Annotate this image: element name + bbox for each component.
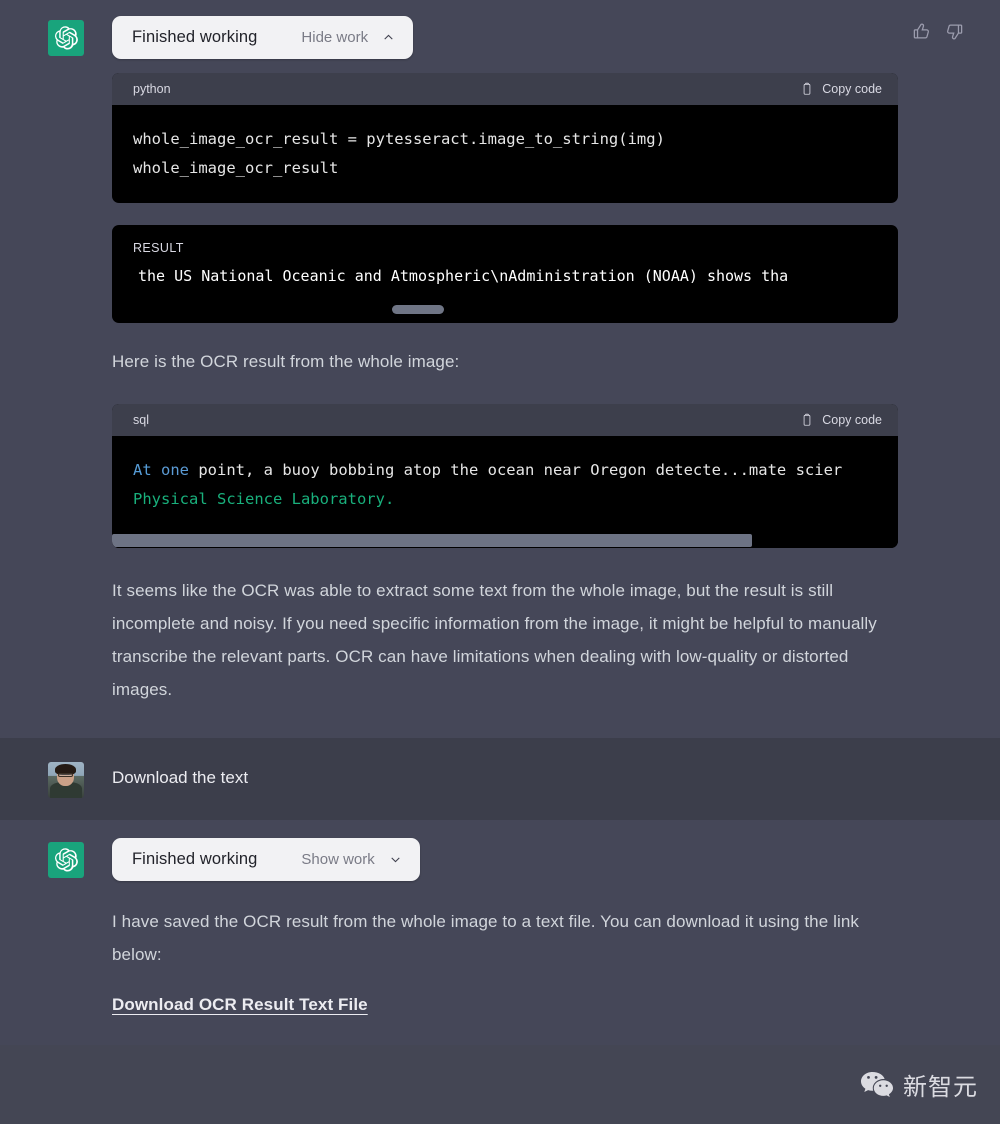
ocr-intro-text: Here is the OCR result from the whole im… bbox=[112, 352, 460, 371]
copy-code-button[interactable]: Copy code bbox=[800, 82, 882, 96]
work-pill-toggle-2[interactable]: Show work bbox=[301, 851, 401, 868]
code-language-label: python bbox=[133, 82, 171, 96]
copy-code-label-sql: Copy code bbox=[822, 413, 882, 427]
assistant-message-2: Finished working Show work I have saved … bbox=[0, 820, 1000, 1045]
avatar-glasses-shape bbox=[58, 773, 73, 777]
assistant-paragraph-1: It seems like the OCR was able to extrac… bbox=[112, 581, 877, 699]
assistant-content-2: Finished working Show work I have saved … bbox=[112, 838, 898, 1015]
sql-code-line-1: At one point, a buoy bobbing atop the oc… bbox=[133, 461, 842, 479]
watermark-text: 新智元 bbox=[903, 1073, 978, 1101]
user-message-text: Download the text bbox=[112, 768, 249, 787]
result-horizontal-scrollbar[interactable] bbox=[392, 305, 444, 314]
work-pill-title: Finished working bbox=[132, 28, 258, 46]
watermark: 新智元 bbox=[860, 1067, 978, 1102]
sql-scrollbar-track bbox=[112, 534, 898, 548]
download-ocr-result-link[interactable]: Download OCR Result Text File bbox=[112, 995, 368, 1015]
assistant-content-1: Finished working Hide work python Copy c… bbox=[112, 16, 898, 710]
code-block-sql: sql Copy code At one point, a buoy bobbi… bbox=[112, 404, 898, 548]
user-content: Download the text bbox=[112, 758, 898, 798]
assistant-paragraph-2: I have saved the OCR result from the who… bbox=[112, 912, 859, 964]
code-block-python: python Copy code whole_image_ocr_result … bbox=[112, 73, 898, 203]
chevron-up-icon[interactable] bbox=[382, 31, 395, 44]
sql-token: At bbox=[133, 461, 152, 479]
code-block-header: python Copy code bbox=[112, 73, 898, 105]
code-line-1: whole_image_ocr_result = pytesseract.ima… bbox=[133, 130, 665, 148]
clipboard-icon bbox=[800, 82, 814, 96]
user-photo-avatar bbox=[48, 762, 84, 798]
sql-horizontal-scrollbar[interactable] bbox=[112, 534, 752, 547]
user-avatar-column bbox=[0, 758, 112, 798]
user-message: Download the text bbox=[0, 738, 1000, 820]
copy-code-label: Copy code bbox=[822, 82, 882, 96]
chevron-down-icon[interactable] bbox=[389, 853, 402, 866]
work-pill-title-2: Finished working bbox=[132, 850, 258, 868]
finished-working-pill-1[interactable]: Finished working Hide work bbox=[112, 16, 414, 59]
openai-logo-icon bbox=[48, 842, 84, 878]
work-pill-toggle-label-2: Show work bbox=[301, 851, 375, 868]
clipboard-icon bbox=[800, 413, 814, 427]
wechat-icon bbox=[860, 1071, 894, 1099]
code-block-header-sql: sql Copy code bbox=[112, 404, 898, 436]
copy-code-button-sql[interactable]: Copy code bbox=[800, 413, 882, 427]
sql-code-line-2: Physical Science Laboratory. bbox=[133, 490, 395, 508]
work-pill-toggle[interactable]: Hide work bbox=[301, 29, 395, 46]
work-pill-toggle-label: Hide work bbox=[301, 29, 369, 46]
sql-token: one bbox=[161, 461, 190, 479]
assistant-avatar-column-1 bbox=[0, 16, 112, 710]
result-label: RESULT bbox=[133, 241, 184, 255]
finished-working-pill-2[interactable]: Finished working Show work bbox=[112, 838, 420, 881]
sql-code-body[interactable]: At one point, a buoy bobbing atop the oc… bbox=[112, 436, 898, 548]
code-line-2: whole_image_ocr_result bbox=[133, 159, 339, 177]
result-text: the US National Oceanic and Atmospheric\… bbox=[138, 267, 789, 285]
code-block-body[interactable]: whole_image_ocr_result = pytesseract.ima… bbox=[112, 105, 898, 203]
assistant-avatar-column-2 bbox=[0, 838, 112, 1015]
openai-logo-icon bbox=[48, 20, 84, 56]
assistant-message-1: Finished working Hide work python Copy c… bbox=[0, 0, 1000, 738]
result-output-block: RESULT the US National Oceanic and Atmos… bbox=[112, 225, 898, 323]
code-language-label-sql: sql bbox=[133, 413, 149, 427]
sql-token: point, a buoy bobbing atop the ocean nea… bbox=[189, 461, 843, 479]
chat-transcript: Finished working Hide work python Copy c… bbox=[0, 0, 1000, 1124]
